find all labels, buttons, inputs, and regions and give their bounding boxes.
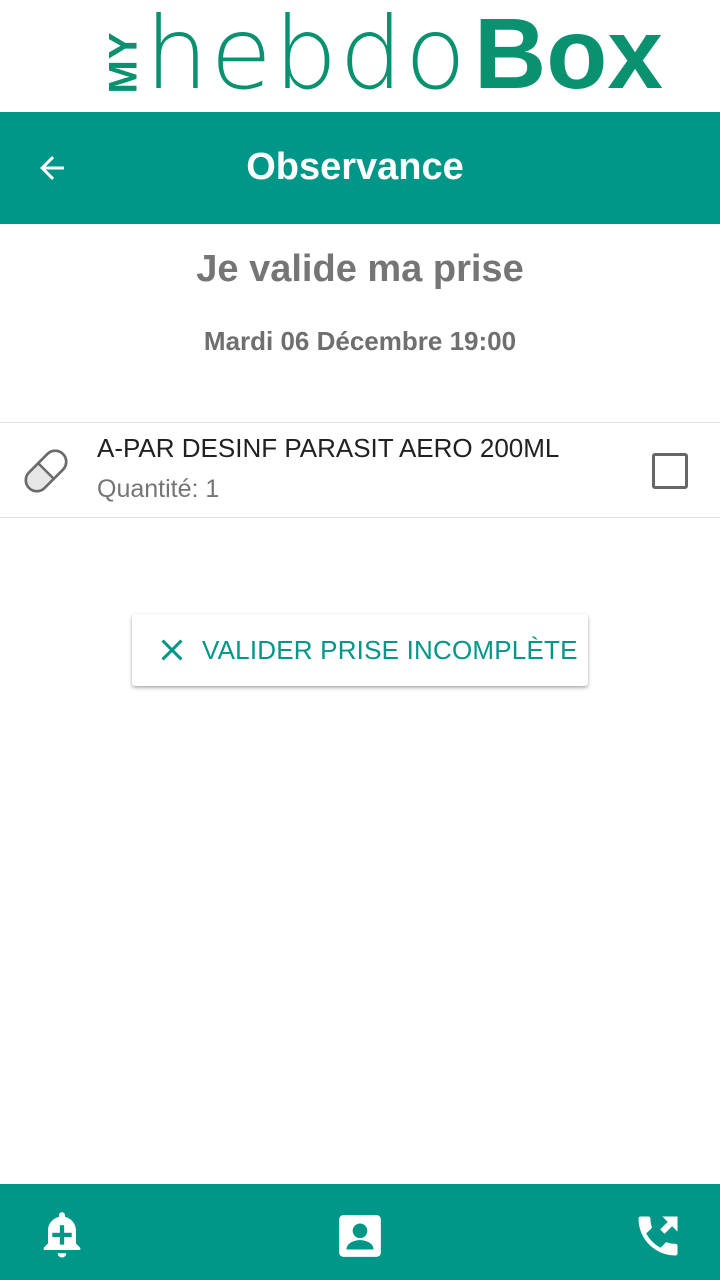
close-icon [161,639,183,661]
medication-list-item[interactable]: A-PAR DESINF PARASIT AERO 200ML Quantité… [0,422,720,518]
medication-taken-checkbox[interactable] [652,453,688,489]
brand-logo-box: Box [474,0,663,110]
validation-heading: Je valide ma prise [196,248,524,290]
validate-incomplete-label: VALIDER PRISE INCOMPLÈTE [202,634,578,665]
brand-logo-my: MY [101,31,146,94]
nav-reminders-button[interactable] [36,1208,88,1264]
phone-forward-icon [638,1216,678,1256]
validate-incomplete-button[interactable]: VALIDER PRISE INCOMPLÈTE [132,614,588,686]
bell-plus-icon [43,1212,81,1258]
app-bar: Observance [0,112,720,224]
nav-calls-button[interactable] [632,1208,684,1264]
page-title: Observance [246,146,464,188]
medication-name: A-PAR DESINF PARASIT AERO 200ML [97,433,560,463]
bottom-navigation [0,1184,720,1280]
logo-header: MY hebdo Box [0,0,720,112]
brand-logo-hebdo: hebdo [145,0,469,112]
dose-datetime: Mardi 06 Décembre 19:00 [203,326,517,356]
brand-logo: MY hebdo Box [93,0,663,112]
pill-icon [24,449,68,493]
nav-profile-button[interactable] [334,1208,386,1264]
contact-card-icon [339,1215,381,1257]
medication-quantity: Quantité: 1 [97,475,220,503]
